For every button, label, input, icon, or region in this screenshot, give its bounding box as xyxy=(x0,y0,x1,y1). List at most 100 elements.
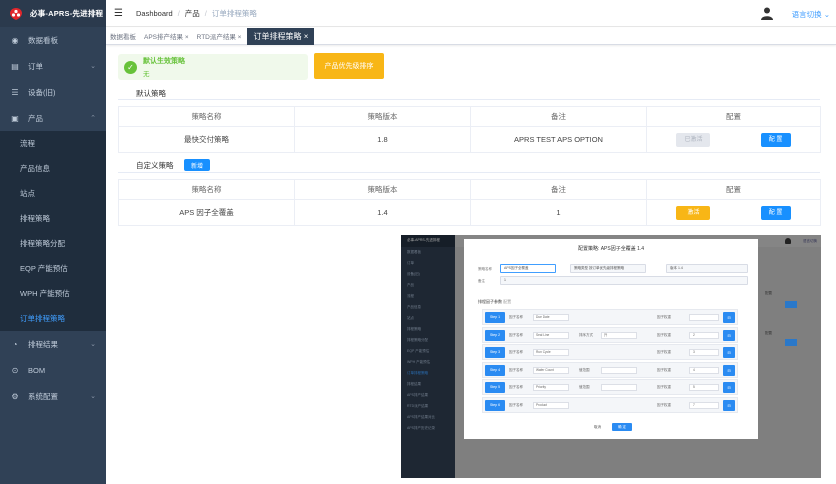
sidebar-item-order-strategy[interactable]: 订单排程策略 xyxy=(0,306,106,331)
col-header: 策略名称 xyxy=(118,179,295,200)
close-icon[interactable]: × xyxy=(304,32,309,41)
sidebar-item-schedule-result[interactable]: ◔ 排程结果 ⌄ xyxy=(0,331,106,357)
hamburger-icon[interactable]: ☰ xyxy=(114,8,128,19)
tab-rtd-result[interactable]: RTD派产结果 × xyxy=(197,31,242,41)
product-submenu: 流程 产品信息 站点 排程策略 排程策略分配 EQP 产能预估 WPH 产能预估… xyxy=(0,131,106,331)
sidebar-item-product[interactable]: ▣ 产品 ⌃ xyxy=(0,105,106,131)
col-header: 备注 xyxy=(470,179,647,200)
tab-label: RTD派产结果 xyxy=(196,34,236,41)
factor-row: Step 3 因子名称 Run Cycle 因子权重 3 ⊟ xyxy=(482,344,738,360)
config-button[interactable]: 配 置 xyxy=(760,132,791,147)
sidebar: 必事-APRS-先进排程 ◉ 数据看板 ▤ 订单 ⌄ ☰ 设备(旧) ▣ 产品 … xyxy=(0,0,106,484)
dialog-name-label: 策略名称 xyxy=(478,267,492,271)
factor-select[interactable]: Priority xyxy=(533,384,569,391)
sidebar-item-bom[interactable]: ⊙ BOM xyxy=(0,357,106,383)
sidebar-item-eqp-capacity[interactable]: EQP 产能预估 xyxy=(0,256,106,281)
logo[interactable]: 必事-APRS-先进排程 xyxy=(0,0,106,27)
step-button[interactable]: Step 1 xyxy=(485,312,505,323)
user-avatar-icon[interactable] xyxy=(760,6,774,20)
inset-menu-item: APS排产历史记录 xyxy=(407,426,436,430)
product-priority-button[interactable]: 产品优先级排序 xyxy=(314,53,384,79)
weight-label: 因子权重 xyxy=(657,402,671,407)
weight-input[interactable]: 4 xyxy=(689,366,719,374)
step-button[interactable]: Step 3 xyxy=(485,347,505,358)
sidebar-item-dashboard[interactable]: ◉ 数据看板 xyxy=(0,27,106,53)
inset-config-button xyxy=(785,339,797,346)
sidebar-item-wph-capacity[interactable]: WPH 产能预估 xyxy=(0,281,106,306)
sidebar-item-system[interactable]: ⚙ 系统配置 ⌄ xyxy=(0,383,106,409)
factor-select[interactable]: Wafer Count xyxy=(533,366,569,374)
settings-icon: ⚙ xyxy=(11,391,19,401)
row-action-icon[interactable]: ⊟ xyxy=(723,347,735,358)
sidebar-item-orders[interactable]: ▤ 订单 ⌄ xyxy=(0,53,106,79)
sidebar-item-schedule-strategy[interactable]: 排程策略 xyxy=(0,206,106,231)
notice-subtitle: 无 xyxy=(143,71,150,78)
inset-config-button xyxy=(785,301,797,308)
chevron-up-icon: ⌃ xyxy=(90,115,96,122)
inset-language: 语言切换 xyxy=(803,239,817,243)
activated-button: 已激活 xyxy=(676,132,711,147)
strategy-remark: 1 xyxy=(470,199,647,226)
tab-order-strategy[interactable]: 订单排程策略 × xyxy=(247,27,315,45)
sidebar-item-equipment[interactable]: ☰ 设备(旧) xyxy=(0,79,106,105)
weight-input[interactable]: 3 xyxy=(689,349,719,356)
row-action-icon[interactable]: ⊟ xyxy=(723,364,735,376)
sidebar-item-flow[interactable]: 流程 xyxy=(0,131,106,156)
sort-select[interactable] xyxy=(601,384,637,391)
sort-label: 值范围 xyxy=(579,367,590,372)
breadcrumb-dashboard[interactable]: Dashboard xyxy=(136,9,173,18)
dialog-remark-input[interactable]: 1 xyxy=(500,276,748,285)
inset-menu-item: 产品 xyxy=(407,283,414,287)
step-button[interactable]: Step 2 xyxy=(485,329,505,341)
language-switch[interactable]: 语言切换 ⌄ xyxy=(792,9,830,20)
dashboard-icon: ◉ xyxy=(11,35,19,45)
tab-aps-result[interactable]: APS排产结果 × xyxy=(144,31,189,41)
config-cell: 激活 配 置 xyxy=(646,199,821,226)
activate-button[interactable]: 激活 xyxy=(676,205,711,220)
factor-name-label: 因子名称 xyxy=(509,350,523,354)
factor-select[interactable]: Seal Line xyxy=(533,331,569,339)
weight-input[interactable]: 7 xyxy=(689,401,719,409)
sidebar-item-strategy-assign[interactable]: 排程策略分配 xyxy=(0,231,106,256)
factor-select[interactable]: Due Date xyxy=(533,314,569,321)
step-button[interactable]: Step 6 xyxy=(485,399,505,411)
dialog-type-input[interactable]: 策略类型 按订单优先级排程策略 xyxy=(570,264,646,273)
sort-label: 值范围 xyxy=(579,385,590,389)
sidebar-item-label: BOM xyxy=(28,365,46,375)
row-action-icon[interactable]: ⊟ xyxy=(723,312,735,323)
sidebar-item-label: 数据看板 xyxy=(28,35,58,45)
sort-select[interactable]: 升 xyxy=(601,331,637,339)
divider xyxy=(118,99,820,100)
sidebar-item-product-info[interactable]: 产品信息 xyxy=(0,156,106,181)
row-action-icon[interactable]: ⊟ xyxy=(723,329,735,341)
config-dialog: 配置策略: APS因子全覆盖 1.4 策略名称 APS因子全覆盖 策略类型 按订… xyxy=(464,239,758,439)
col-header: 配置 xyxy=(646,106,821,127)
weight-label: 因子权重 xyxy=(657,367,671,372)
step-button[interactable]: Step 5 xyxy=(485,382,505,393)
sort-select[interactable] xyxy=(601,366,637,374)
config-button[interactable]: 配 置 xyxy=(760,205,791,220)
row-action-icon[interactable]: ⊟ xyxy=(723,382,735,393)
weight-input[interactable]: 2 xyxy=(689,331,719,339)
tab-label: 订单排程策略 xyxy=(253,31,302,41)
row-action-icon[interactable]: ⊟ xyxy=(723,399,735,411)
factor-select[interactable]: Product xyxy=(533,401,569,409)
inset-menu-item: WPH 产能预估 xyxy=(407,360,431,364)
cart-icon: ▤ xyxy=(11,61,19,71)
inset-menu-item: 数据看板 xyxy=(407,250,421,254)
dialog-version-input[interactable]: 版本 1.4 xyxy=(666,264,748,273)
dialog-version-label: 版本 xyxy=(670,266,677,270)
weight-label: 因子权重 xyxy=(657,315,671,319)
inset-menu-item: 订单 xyxy=(407,261,414,265)
tab-dashboard[interactable]: 数据看板 xyxy=(110,31,136,41)
dialog-name-input[interactable]: APS因子全覆盖 xyxy=(500,264,556,273)
dialog-cancel-button[interactable]: 取消 xyxy=(594,425,601,430)
dialog-ok-button[interactable]: 确 定 xyxy=(612,423,632,431)
weight-input[interactable]: 5 xyxy=(689,384,719,391)
step-button[interactable]: Step 4 xyxy=(485,364,505,376)
weight-input[interactable] xyxy=(689,314,719,321)
factor-select[interactable]: Run Cycle xyxy=(533,349,569,356)
inset-menu-item: 流程 xyxy=(407,294,414,298)
sidebar-item-station[interactable]: 站点 xyxy=(0,181,106,206)
new-strategy-button[interactable]: 新增 xyxy=(184,159,210,171)
